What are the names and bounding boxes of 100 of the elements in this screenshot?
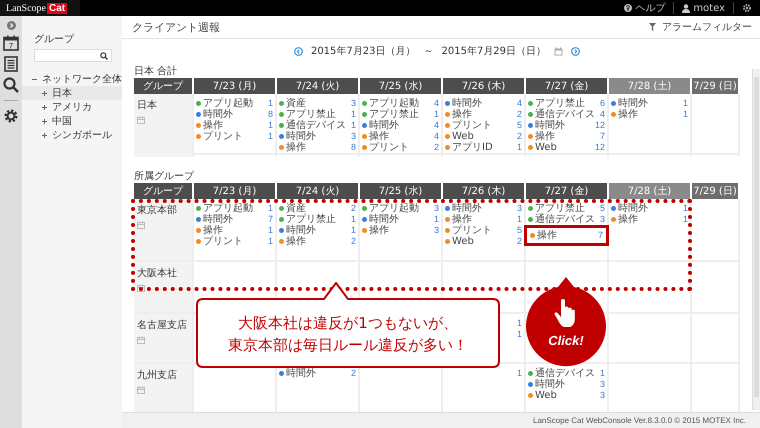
- alert-count[interactable]: 6: [598, 98, 605, 109]
- calendar-icon[interactable]: [137, 284, 145, 292]
- alert-count[interactable]: 3: [598, 390, 605, 401]
- alert-count[interactable]: 3: [514, 203, 522, 214]
- alert-count[interactable]: 12: [592, 120, 605, 131]
- alert-count[interactable]: 1: [266, 203, 273, 214]
- help-link[interactable]: ヘルプ: [624, 1, 666, 15]
- collapse-icon[interactable]: [32, 76, 37, 82]
- search-icon[interactable]: [100, 52, 108, 60]
- group-name[interactable]: 日本: [137, 98, 157, 112]
- calendar-icon[interactable]: 7: [3, 35, 19, 51]
- group-name[interactable]: 東京本部: [137, 203, 177, 217]
- alert-count[interactable]: 3: [598, 214, 605, 225]
- alert-count[interactable]: 1: [514, 368, 522, 379]
- group-name[interactable]: 大阪本社: [137, 266, 177, 280]
- alert-count[interactable]: 1: [432, 214, 439, 225]
- alert-label: アプリ禁止: [535, 98, 585, 109]
- alert-count[interactable]: 1: [348, 225, 356, 236]
- next-icon[interactable]: [571, 46, 580, 56]
- alert-count[interactable]: 2: [514, 109, 522, 120]
- expand-icon[interactable]: [42, 132, 47, 138]
- alert-count[interactable]: 2: [348, 236, 356, 247]
- user-icon: [682, 4, 690, 12]
- alert-count[interactable]: 3: [432, 203, 439, 214]
- alert-count[interactable]: 4: [432, 120, 439, 131]
- expand-icon[interactable]: [42, 104, 47, 110]
- alert-count[interactable]: 3: [598, 379, 605, 390]
- alert-count[interactable]: 1: [432, 109, 439, 120]
- alert-count[interactable]: 1: [348, 120, 356, 131]
- alert-count[interactable]: 4: [514, 98, 522, 109]
- alert-count[interactable]: 8: [266, 109, 273, 120]
- alert-count[interactable]: 3: [348, 98, 356, 109]
- tree-item[interactable]: ネットワーク全体: [22, 72, 122, 86]
- alert-count[interactable]: 1: [266, 131, 273, 142]
- document-icon[interactable]: [4, 56, 18, 72]
- group-name[interactable]: 名古屋支店: [137, 318, 187, 332]
- column-header: 7/26 (木): [443, 78, 526, 94]
- alert-label: Web: [535, 142, 557, 153]
- callout-text: 東京本部は毎日ルール違反が多い！: [228, 335, 468, 356]
- alert-count[interactable]: 3: [348, 131, 356, 142]
- alert-count[interactable]: 5: [598, 203, 605, 214]
- alert-count[interactable]: 2: [432, 142, 439, 153]
- alert-count[interactable]: 1: [514, 329, 522, 340]
- alert-count[interactable]: 12: [592, 142, 605, 153]
- alarm-filter-button[interactable]: アラームフィルター: [649, 20, 752, 34]
- alert-count[interactable]: 1: [348, 109, 356, 120]
- alert-count[interactable]: 1: [266, 120, 273, 131]
- range-separator: ～: [424, 45, 434, 58]
- section-title: 日本 合計: [134, 66, 178, 77]
- alert-count[interactable]: 1: [266, 98, 273, 109]
- group-name[interactable]: 九州支店: [137, 368, 177, 382]
- alert-label: 操作: [535, 131, 555, 142]
- alert-count[interactable]: 2: [514, 131, 522, 142]
- tree-item[interactable]: 日本: [22, 86, 122, 100]
- alert-count[interactable]: 1: [266, 225, 273, 236]
- alert-count[interactable]: 1: [514, 214, 522, 225]
- alert-label: Web: [452, 236, 474, 247]
- gear-icon[interactable]: [742, 3, 752, 13]
- alert-count[interactable]: 1: [680, 109, 688, 120]
- alert-count[interactable]: 1: [680, 203, 688, 214]
- alert-count[interactable]: 1: [598, 368, 605, 379]
- alert-count[interactable]: 1: [266, 236, 273, 247]
- search-icon[interactable]: [3, 77, 19, 93]
- alert-label: 操作: [452, 214, 472, 225]
- tree-item[interactable]: シンガポール: [22, 128, 122, 142]
- alert-label: 操作: [369, 131, 389, 142]
- alert-count[interactable]: 2: [348, 203, 356, 214]
- alert-count[interactable]: 2: [348, 368, 356, 379]
- alert-count[interactable]: 1: [680, 214, 688, 225]
- search-field[interactable]: [34, 49, 112, 62]
- alert-count[interactable]: 7: [596, 230, 603, 241]
- alert-label: 時間外: [286, 131, 316, 142]
- alert-label: 時間外: [369, 214, 399, 225]
- alert-count[interactable]: 1: [348, 214, 356, 225]
- tree-item[interactable]: 中国: [22, 114, 122, 128]
- page-title: クライアント週報: [132, 20, 220, 34]
- expand-icon[interactable]: [42, 90, 47, 96]
- tree-item[interactable]: アメリカ: [22, 100, 122, 114]
- collapse-icon[interactable]: [6, 21, 16, 30]
- alert-count[interactable]: 8: [348, 142, 356, 153]
- alert-count[interactable]: 4: [432, 98, 439, 109]
- alert-count[interactable]: 5: [514, 120, 522, 131]
- alert-count[interactable]: 3: [432, 225, 439, 236]
- alert-count[interactable]: 1: [514, 318, 522, 329]
- alert-count[interactable]: 2: [514, 236, 522, 247]
- expand-icon[interactable]: [42, 118, 47, 124]
- alert-count[interactable]: 4: [432, 131, 439, 142]
- alert-label: プリント: [452, 120, 492, 131]
- previous-icon[interactable]: [294, 46, 303, 56]
- scrollbar[interactable]: [752, 69, 760, 410]
- alert-label: プリント: [203, 131, 243, 142]
- alert-count[interactable]: 1: [514, 142, 522, 153]
- user-link[interactable]: motex: [682, 2, 725, 14]
- alert-count[interactable]: 1: [680, 98, 688, 109]
- alert-count[interactable]: 4: [598, 109, 605, 120]
- alert-count[interactable]: 7: [598, 131, 605, 142]
- alert-count[interactable]: 5: [514, 225, 522, 236]
- settings-icon[interactable]: [3, 108, 19, 124]
- alert-label: 時間外: [452, 203, 482, 214]
- alert-count[interactable]: 7: [266, 214, 273, 225]
